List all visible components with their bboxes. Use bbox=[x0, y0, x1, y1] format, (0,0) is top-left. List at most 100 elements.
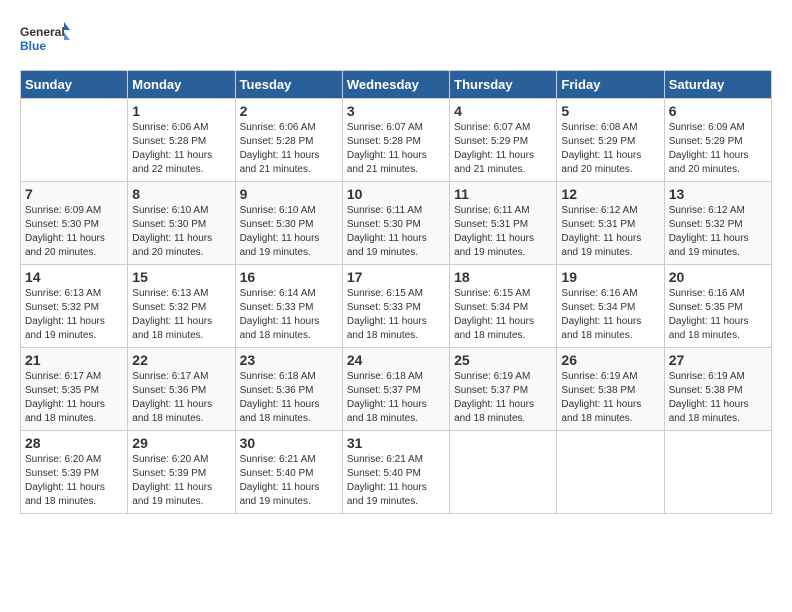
day-info: Sunrise: 6:11 AMSunset: 5:30 PMDaylight:… bbox=[347, 204, 445, 260]
weekday-header-tuesday: Tuesday bbox=[235, 71, 342, 99]
calendar-cell: 8 Sunrise: 6:10 AMSunset: 5:30 PMDaylight… bbox=[128, 182, 235, 265]
day-info: Sunrise: 6:07 AMSunset: 5:28 PMDaylight:… bbox=[347, 121, 445, 177]
calendar-cell: 11 Sunrise: 6:11 AMSunset: 5:31 PMDayligh… bbox=[450, 182, 557, 265]
calendar-cell: 5 Sunrise: 6:08 AMSunset: 5:29 PMDaylight… bbox=[557, 99, 664, 182]
calendar-cell: 13Sunrise: 6:12 AMSunset: 5:32 PMDayligh… bbox=[664, 182, 771, 265]
day-info: Sunrise: 6:19 AMSunset: 5:37 PMDaylight:… bbox=[454, 370, 552, 426]
day-info: Sunrise: 6:10 AMSunset: 5:30 PMDaylight:… bbox=[240, 204, 338, 260]
day-info: Sunrise: 6:15 AMSunset: 5:33 PMDaylight:… bbox=[347, 287, 445, 343]
day-info: Sunrise: 6:11 AMSunset: 5:31 PMDaylight:… bbox=[454, 204, 552, 260]
calendar-cell: 1 Sunrise: 6:06 AMSunset: 5:28 PMDaylight… bbox=[128, 99, 235, 182]
day-number: 3 bbox=[347, 103, 445, 119]
calendar-cell: 10 Sunrise: 6:11 AMSunset: 5:30 PMDayligh… bbox=[342, 182, 449, 265]
calendar-cell: 18Sunrise: 6:15 AMSunset: 5:34 PMDayligh… bbox=[450, 265, 557, 348]
calendar-cell: 24 Sunrise: 6:18 AMSunset: 5:37 PMDayligh… bbox=[342, 348, 449, 431]
day-number: 2 bbox=[240, 103, 338, 119]
day-info: Sunrise: 6:14 AMSunset: 5:33 PMDaylight:… bbox=[240, 287, 338, 343]
week-row-1: 1 Sunrise: 6:06 AMSunset: 5:28 PMDaylight… bbox=[21, 99, 772, 182]
day-number: 30 bbox=[240, 435, 338, 451]
day-info: Sunrise: 6:06 AMSunset: 5:28 PMDaylight:… bbox=[240, 121, 338, 177]
calendar-cell: 30 Sunrise: 6:21 AMSunset: 5:40 PMDayligh… bbox=[235, 431, 342, 514]
day-info: Sunrise: 6:19 AMSunset: 5:38 PMDaylight:… bbox=[669, 370, 767, 426]
day-info: Sunrise: 6:16 AMSunset: 5:35 PMDaylight:… bbox=[669, 287, 767, 343]
calendar-cell: 23 Sunrise: 6:18 AMSunset: 5:36 PMDayligh… bbox=[235, 348, 342, 431]
weekday-header-thursday: Thursday bbox=[450, 71, 557, 99]
day-number: 20 bbox=[669, 269, 767, 285]
day-number: 17 bbox=[347, 269, 445, 285]
day-number: 29 bbox=[132, 435, 230, 451]
calendar-cell: 25 Sunrise: 6:19 AMSunset: 5:37 PMDayligh… bbox=[450, 348, 557, 431]
calendar-cell: 7 Sunrise: 6:09 AMSunset: 5:30 PMDaylight… bbox=[21, 182, 128, 265]
weekday-header-friday: Friday bbox=[557, 71, 664, 99]
calendar-cell bbox=[21, 99, 128, 182]
day-info: Sunrise: 6:18 AMSunset: 5:36 PMDaylight:… bbox=[240, 370, 338, 426]
day-info: Sunrise: 6:06 AMSunset: 5:28 PMDaylight:… bbox=[132, 121, 230, 177]
day-number: 25 bbox=[454, 352, 552, 368]
calendar-cell: 3 Sunrise: 6:07 AMSunset: 5:28 PMDaylight… bbox=[342, 99, 449, 182]
logo: General Blue bbox=[20, 20, 70, 60]
week-row-5: 28 Sunrise: 6:20 AMSunset: 5:39 PMDayligh… bbox=[21, 431, 772, 514]
day-info: Sunrise: 6:18 AMSunset: 5:37 PMDaylight:… bbox=[347, 370, 445, 426]
calendar-cell: 14Sunrise: 6:13 AMSunset: 5:32 PMDayligh… bbox=[21, 265, 128, 348]
calendar-cell: 22Sunrise: 6:17 AMSunset: 5:36 PMDayligh… bbox=[128, 348, 235, 431]
day-info: Sunrise: 6:17 AMSunset: 5:35 PMDaylight:… bbox=[25, 370, 123, 426]
header: General Blue bbox=[20, 20, 772, 60]
day-info: Sunrise: 6:20 AMSunset: 5:39 PMDaylight:… bbox=[25, 453, 123, 509]
day-number: 11 bbox=[454, 186, 552, 202]
day-number: 28 bbox=[25, 435, 123, 451]
day-number: 26 bbox=[561, 352, 659, 368]
day-info: Sunrise: 6:20 AMSunset: 5:39 PMDaylight:… bbox=[132, 453, 230, 509]
calendar-cell: 27 Sunrise: 6:19 AMSunset: 5:38 PMDayligh… bbox=[664, 348, 771, 431]
day-number: 5 bbox=[561, 103, 659, 119]
day-number: 19 bbox=[561, 269, 659, 285]
day-number: 24 bbox=[347, 352, 445, 368]
day-number: 12 bbox=[561, 186, 659, 202]
calendar-cell: 20 Sunrise: 6:16 AMSunset: 5:35 PMDayligh… bbox=[664, 265, 771, 348]
calendar-cell: 29 Sunrise: 6:20 AMSunset: 5:39 PMDayligh… bbox=[128, 431, 235, 514]
calendar-cell: 12Sunrise: 6:12 AMSunset: 5:31 PMDayligh… bbox=[557, 182, 664, 265]
weekday-header-row: SundayMondayTuesdayWednesdayThursdayFrid… bbox=[21, 71, 772, 99]
weekday-header-sunday: Sunday bbox=[21, 71, 128, 99]
day-info: Sunrise: 6:13 AMSunset: 5:32 PMDaylight:… bbox=[132, 287, 230, 343]
day-info: Sunrise: 6:08 AMSunset: 5:29 PMDaylight:… bbox=[561, 121, 659, 177]
day-info: Sunrise: 6:13 AMSunset: 5:32 PMDaylight:… bbox=[25, 287, 123, 343]
day-number: 1 bbox=[132, 103, 230, 119]
calendar-cell: 17 Sunrise: 6:15 AMSunset: 5:33 PMDayligh… bbox=[342, 265, 449, 348]
calendar-cell bbox=[664, 431, 771, 514]
svg-text:General: General bbox=[20, 25, 65, 39]
day-number: 18 bbox=[454, 269, 552, 285]
calendar-cell: 21 Sunrise: 6:17 AMSunset: 5:35 PMDayligh… bbox=[21, 348, 128, 431]
day-number: 8 bbox=[132, 186, 230, 202]
day-info: Sunrise: 6:21 AMSunset: 5:40 PMDaylight:… bbox=[240, 453, 338, 509]
week-row-4: 21 Sunrise: 6:17 AMSunset: 5:35 PMDayligh… bbox=[21, 348, 772, 431]
day-info: Sunrise: 6:21 AMSunset: 5:40 PMDaylight:… bbox=[347, 453, 445, 509]
calendar-cell: 6Sunrise: 6:09 AMSunset: 5:29 PMDaylight… bbox=[664, 99, 771, 182]
day-info: Sunrise: 6:12 AMSunset: 5:32 PMDaylight:… bbox=[669, 204, 767, 260]
day-number: 15 bbox=[132, 269, 230, 285]
day-number: 9 bbox=[240, 186, 338, 202]
calendar-cell: 4 Sunrise: 6:07 AMSunset: 5:29 PMDaylight… bbox=[450, 99, 557, 182]
day-info: Sunrise: 6:09 AMSunset: 5:30 PMDaylight:… bbox=[25, 204, 123, 260]
calendar-cell: 15 Sunrise: 6:13 AMSunset: 5:32 PMDayligh… bbox=[128, 265, 235, 348]
day-number: 23 bbox=[240, 352, 338, 368]
day-number: 4 bbox=[454, 103, 552, 119]
calendar-cell: 9 Sunrise: 6:10 AMSunset: 5:30 PMDaylight… bbox=[235, 182, 342, 265]
day-number: 7 bbox=[25, 186, 123, 202]
day-info: Sunrise: 6:10 AMSunset: 5:30 PMDaylight:… bbox=[132, 204, 230, 260]
day-number: 6 bbox=[669, 103, 767, 119]
day-number: 27 bbox=[669, 352, 767, 368]
calendar-table: SundayMondayTuesdayWednesdayThursdayFrid… bbox=[20, 70, 772, 514]
day-number: 31 bbox=[347, 435, 445, 451]
day-number: 16 bbox=[240, 269, 338, 285]
logo-svg: General Blue bbox=[20, 20, 70, 60]
calendar-cell: 2 Sunrise: 6:06 AMSunset: 5:28 PMDaylight… bbox=[235, 99, 342, 182]
calendar-cell bbox=[450, 431, 557, 514]
day-number: 10 bbox=[347, 186, 445, 202]
day-info: Sunrise: 6:17 AMSunset: 5:36 PMDaylight:… bbox=[132, 370, 230, 426]
day-info: Sunrise: 6:07 AMSunset: 5:29 PMDaylight:… bbox=[454, 121, 552, 177]
calendar-cell: 28 Sunrise: 6:20 AMSunset: 5:39 PMDayligh… bbox=[21, 431, 128, 514]
calendar-cell bbox=[557, 431, 664, 514]
day-number: 21 bbox=[25, 352, 123, 368]
calendar-cell: 16 Sunrise: 6:14 AMSunset: 5:33 PMDayligh… bbox=[235, 265, 342, 348]
week-row-2: 7 Sunrise: 6:09 AMSunset: 5:30 PMDaylight… bbox=[21, 182, 772, 265]
